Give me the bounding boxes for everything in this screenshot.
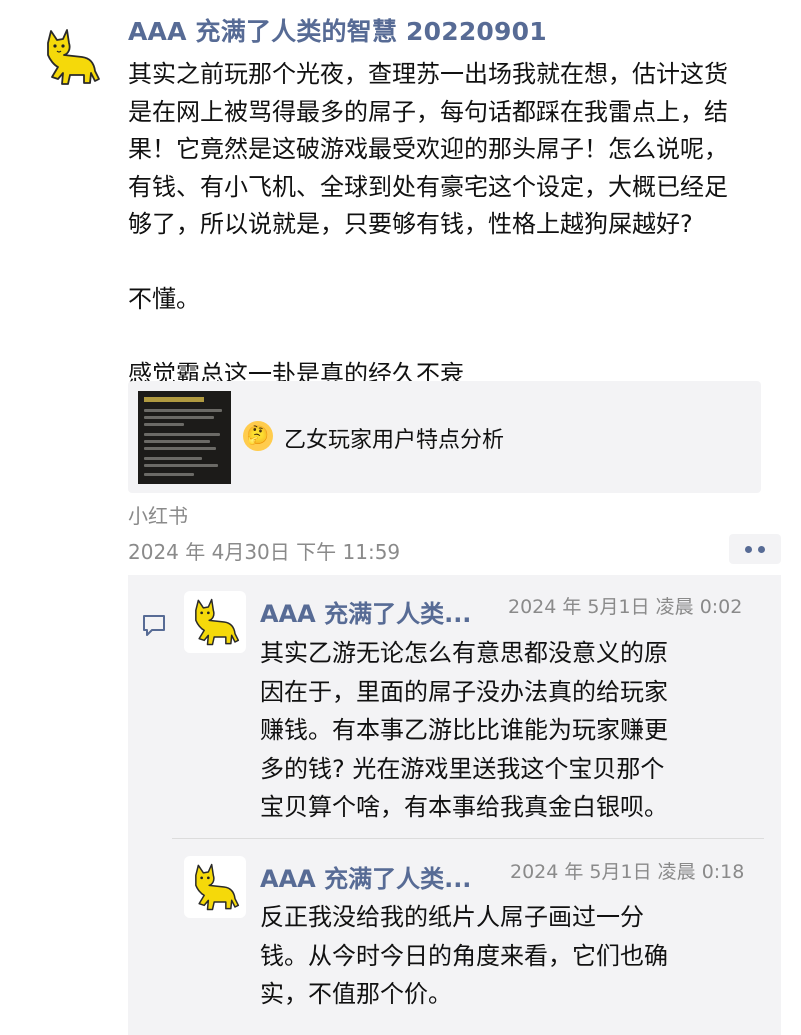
comment-time: 2024 年 5月1日 凌晨 0:18 <box>510 861 745 883</box>
post-source[interactable]: 小红书 <box>128 500 188 529</box>
post-line: 果！它竟然是这破游戏最受欢迎的那头屌子！怎么说呢， <box>128 135 728 163</box>
post-line: 有钱、有小飞机、全球到处有豪宅这个设定，大概已经足 <box>128 172 728 201</box>
comment-line: 反正我没给我的纸片人屌子画过一分 <box>260 903 644 931</box>
post-timestamp: 2024 年 4月30日 下午 11:59 <box>128 540 401 564</box>
more-dot-icon <box>758 545 765 553</box>
comment-line: 实，不值那个价。 <box>260 980 452 1008</box>
post-author-name[interactable]: AAA 充满了人类的智慧 20220901 <box>128 12 547 48</box>
post-line: 是在网上被骂得最多的屌子，每句话都踩在我雷点上，结 <box>128 97 728 126</box>
comment-divider <box>172 838 764 839</box>
comment-author[interactable]: AAA 充满了人类... <box>260 859 471 894</box>
comment-author[interactable]: AAA 充满了人类... <box>260 594 471 629</box>
post-avatar[interactable] <box>36 22 106 92</box>
comment-text: 反正我没给我的纸片人屌子画过一分 钱。从今时今日的角度来看，它们也确 实，不值那… <box>260 898 770 1014</box>
comment-time: 2024 年 5月1日 凌晨 0:02 <box>508 596 743 618</box>
comment-line: 因在于，里面的屌子没办法真的给玩家 <box>260 677 668 706</box>
link-title: 乙女玩家用户特点分析 <box>284 428 505 453</box>
post-paragraph: 不懂。 <box>128 285 200 313</box>
comment-line: 赚钱。有本事乙游比比谁能为玩家赚更 <box>260 716 668 744</box>
comment-icon <box>143 615 165 636</box>
post-line: 够了，所以说就是，只要够有钱，性格上越狗屎越好? <box>128 210 693 238</box>
comment-avatar[interactable] <box>184 591 246 653</box>
more-dot-icon <box>745 545 752 553</box>
comment-avatar[interactable] <box>184 856 246 918</box>
comment-line: 宝贝算个啥，有本事给我真金白银呗。 <box>260 793 668 821</box>
more-options-button[interactable] <box>729 534 781 564</box>
yellow-cat-icon <box>195 598 240 646</box>
post-line: 其实之前玩那个光夜，查理苏一出场我就在想，估计这货 <box>128 60 728 88</box>
thinking-face-icon: 🤔 <box>243 421 273 451</box>
comment-line: 钱。从今时今日的角度来看，它们也确 <box>260 941 668 970</box>
comment-text: 其实乙游无论怎么有意思都没意义的原 因在于，里面的屌子没办法真的给玩家 赚钱。有… <box>260 634 770 827</box>
shared-link-card[interactable]: 🤔 乙女玩家用户特点分析 <box>128 381 761 493</box>
comment-line: 多的钱? 光在游戏里送我这个宝贝那个 <box>260 754 665 783</box>
post-body: 其实之前玩那个光夜，查理苏一出场我就在想，估计这货 是在网上被骂得最多的屌子，每… <box>128 56 768 394</box>
comment-line: 其实乙游无论怎么有意思都没意义的原 <box>260 639 668 667</box>
yellow-cat-icon <box>195 863 240 911</box>
link-thumbnail <box>138 391 231 484</box>
yellow-cat-icon <box>47 29 100 85</box>
